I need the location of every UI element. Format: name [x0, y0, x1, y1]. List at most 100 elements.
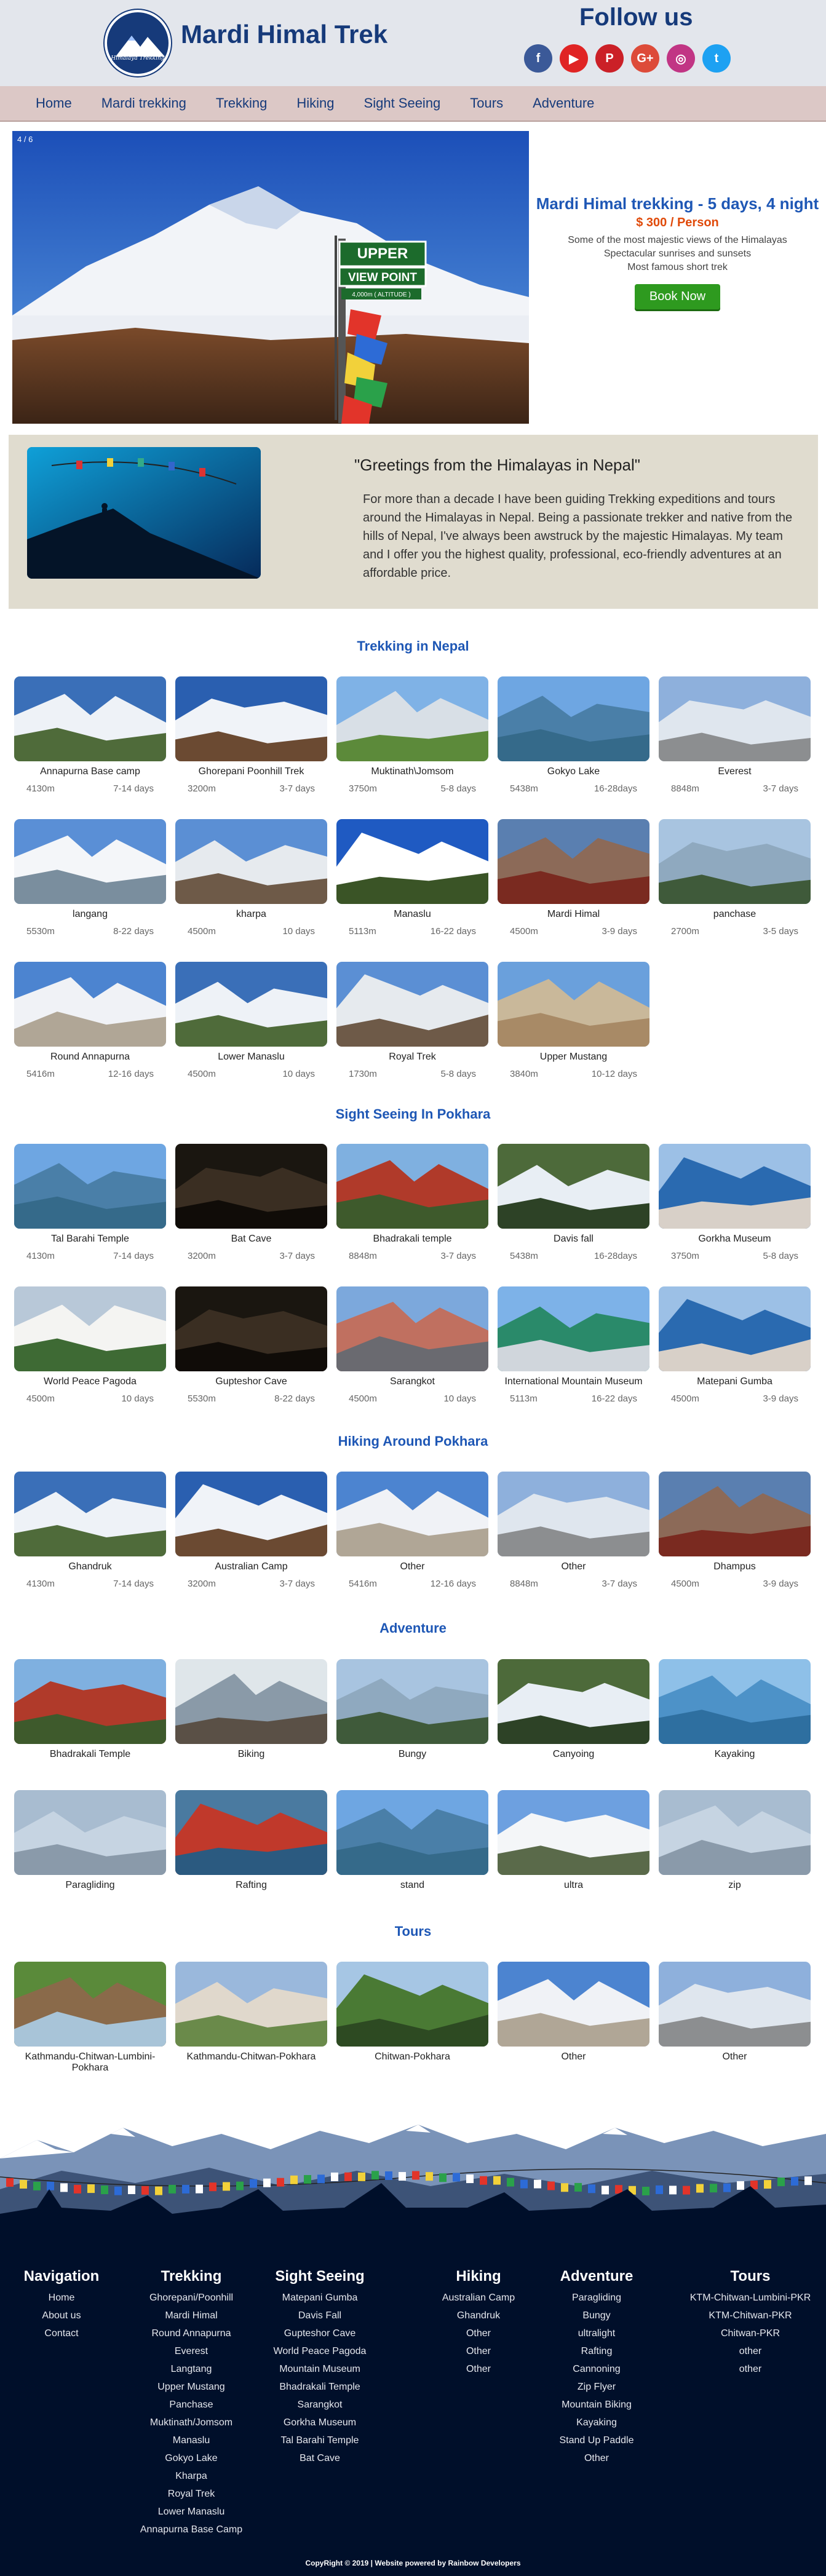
footer-link[interactable]: Manaslu [127, 2431, 256, 2449]
hiking-card-title[interactable]: Australian Camp [175, 1561, 327, 1572]
trekking-card-image[interactable] [498, 819, 649, 904]
tours-card[interactable]: Chitwan-Pokhara [336, 1962, 488, 2063]
pinterest-icon[interactable]: P [595, 44, 624, 73]
adventure-card-title[interactable]: Biking [175, 1749, 327, 1760]
tours-card-image[interactable] [659, 1962, 811, 2047]
youtube-icon[interactable]: ▶ [560, 44, 588, 73]
footer-link[interactable]: World Peace Pagoda [264, 2342, 375, 2360]
sightseeing-card-image[interactable] [498, 1144, 649, 1229]
trekking-card-image[interactable] [336, 676, 488, 761]
sightseeing-card[interactable]: Matepani Gumba 4500m 3-9 days [659, 1286, 811, 1404]
footer-link[interactable]: Other [423, 2360, 534, 2378]
nav-item-trekking[interactable]: Trekking [216, 95, 268, 111]
tours-card[interactable]: Kathmandu-Chitwan-Lumbini-Pokhara [14, 1962, 166, 2074]
trekking-card-title[interactable]: Lower Manaslu [175, 1052, 327, 1063]
hiking-card[interactable]: Dhampus 4500m 3-9 days [659, 1472, 811, 1589]
hiking-card[interactable]: Ghandruk 4130m 7-14 days [14, 1472, 166, 1589]
footer-link[interactable]: Royal Trek [127, 2485, 256, 2503]
hiking-card-image[interactable] [14, 1472, 166, 1556]
sightseeing-card-image[interactable] [175, 1286, 327, 1371]
trekking-card-title[interactable]: Manaslu [336, 909, 488, 920]
google-plus-icon[interactable]: G+ [631, 44, 659, 73]
hiking-card-image[interactable] [336, 1472, 488, 1556]
trekking-card[interactable]: Manaslu 5113m 16-22 days [336, 819, 488, 937]
adventure-card-title[interactable]: Paragliding [14, 1880, 166, 1891]
footer-link[interactable]: Muktinath/Jomsom [127, 2414, 256, 2431]
adventure-card-title[interactable]: Kayaking [659, 1749, 811, 1760]
adventure-card[interactable]: Rafting [175, 1790, 327, 1891]
footer-link[interactable]: KTM-Chitwan-Lumbini-PKR [689, 2289, 812, 2307]
adventure-card[interactable]: Bhadrakali Temple [14, 1659, 166, 1760]
trekking-card[interactable]: kharpa 4500m 10 days [175, 819, 327, 937]
footer-link[interactable]: Home [6, 2289, 117, 2307]
footer-link[interactable]: Lower Manaslu [127, 2503, 256, 2521]
footer-link[interactable]: Mardi Himal [127, 2307, 256, 2324]
sightseeing-card-image[interactable] [336, 1286, 488, 1371]
footer-link[interactable]: KTM-Chitwan-PKR [689, 2307, 812, 2324]
adventure-card-title[interactable]: stand [336, 1880, 488, 1891]
footer-link[interactable]: other [689, 2342, 812, 2360]
footer-link[interactable]: Kharpa [127, 2467, 256, 2485]
sightseeing-card-title[interactable]: Davis fall [498, 1234, 649, 1245]
tours-card-image[interactable] [175, 1962, 327, 2047]
tours-card[interactable]: Other [498, 1962, 649, 2063]
tours-card-title[interactable]: Other [659, 2051, 811, 2063]
footer-link[interactable]: Rafting [541, 2342, 652, 2360]
adventure-card-image[interactable] [336, 1659, 488, 1744]
nav-item-home[interactable]: Home [36, 95, 72, 111]
tours-card-title[interactable]: Kathmandu-Chitwan-Lumbini-Pokhara [14, 2051, 166, 2074]
footer-link[interactable]: Cannoning [541, 2360, 652, 2378]
site-logo[interactable]: Himalaya Trekking [105, 10, 171, 76]
footer-link[interactable]: Contact [6, 2324, 117, 2342]
footer-link[interactable]: Annapurna Base Camp [127, 2521, 256, 2538]
footer-link[interactable]: Gorkha Museum [264, 2414, 375, 2431]
footer-link[interactable]: Bhadrakali Temple [264, 2378, 375, 2396]
trekking-card-title[interactable]: Mardi Himal [498, 909, 649, 920]
hiking-card[interactable]: Australian Camp 3200m 3-7 days [175, 1472, 327, 1589]
trekking-card-image[interactable] [336, 819, 488, 904]
tours-card-title[interactable]: Kathmandu-Chitwan-Pokhara [175, 2051, 327, 2063]
trekking-card-image[interactable] [175, 676, 327, 761]
trekking-card[interactable]: Gokyo Lake 5438m 16-28days [498, 676, 649, 794]
adventure-card-title[interactable]: Bhadrakali Temple [14, 1749, 166, 1760]
adventure-card-image[interactable] [336, 1790, 488, 1875]
sightseeing-card[interactable]: Bat Cave 3200m 3-7 days [175, 1144, 327, 1261]
adventure-card-image[interactable] [659, 1659, 811, 1744]
tours-card-image[interactable] [498, 1962, 649, 2047]
adventure-card[interactable]: stand [336, 1790, 488, 1891]
footer-link[interactable]: Stand Up Paddle [541, 2431, 652, 2449]
adventure-card-image[interactable] [659, 1790, 811, 1875]
hiking-card-title[interactable]: Other [498, 1561, 649, 1572]
tours-card-image[interactable] [336, 1962, 488, 2047]
sightseeing-card[interactable]: World Peace Pagoda 4500m 10 days [14, 1286, 166, 1404]
trekking-card-title[interactable]: Round Annapurna [14, 1052, 166, 1063]
sightseeing-card-title[interactable]: Bat Cave [175, 1234, 327, 1245]
sightseeing-card-image[interactable] [175, 1144, 327, 1229]
footer-link[interactable]: Upper Mustang [127, 2378, 256, 2396]
hiking-card-image[interactable] [175, 1472, 327, 1556]
hiking-card-image[interactable] [659, 1472, 811, 1556]
footer-link[interactable]: Langtang [127, 2360, 256, 2378]
footer-link[interactable]: Ghorepani/Poonhill [127, 2289, 256, 2307]
adventure-card-image[interactable] [498, 1790, 649, 1875]
hero-slider[interactable]: UPPER VIEW POINT 4,000m ( ALTITUDE ) 4 /… [12, 131, 529, 424]
trekking-card[interactable]: Lower Manaslu 4500m 10 days [175, 962, 327, 1079]
trekking-card-image[interactable] [498, 676, 649, 761]
footer-link[interactable]: Gokyo Lake [127, 2449, 256, 2467]
trekking-card-image[interactable] [336, 962, 488, 1047]
footer-link[interactable]: Chitwan-PKR [689, 2324, 812, 2342]
tours-card-image[interactable] [14, 1962, 166, 2047]
sightseeing-card[interactable]: Davis fall 5438m 16-28days [498, 1144, 649, 1261]
footer-link[interactable]: Davis Fall [264, 2307, 375, 2324]
hiking-card-title[interactable]: Other [336, 1561, 488, 1572]
sightseeing-card-image[interactable] [659, 1286, 811, 1371]
trekking-card[interactable]: Royal Trek 1730m 5-8 days [336, 962, 488, 1079]
adventure-card-title[interactable]: Rafting [175, 1880, 327, 1891]
tours-card-title[interactable]: Other [498, 2051, 649, 2063]
footer-link[interactable]: other [689, 2360, 812, 2378]
sightseeing-card-title[interactable]: Matepani Gumba [659, 1376, 811, 1387]
footer-link[interactable]: Other [423, 2342, 534, 2360]
footer-link[interactable]: Gupteshor Cave [264, 2324, 375, 2342]
trekking-card-title[interactable]: Everest [659, 766, 811, 777]
hiking-card[interactable]: Other 8848m 3-7 days [498, 1472, 649, 1589]
